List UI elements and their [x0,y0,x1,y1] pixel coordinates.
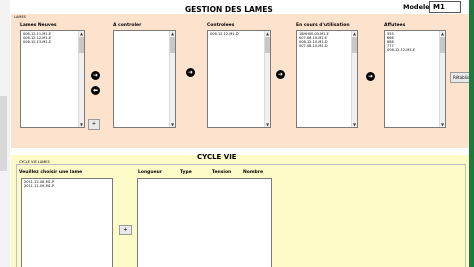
controlees-items: 006-12-12-M1-D [210,32,239,36]
scroll-down-icon[interactable]: ▼ [440,122,445,127]
column-header-nombre: Nombre [243,170,264,175]
restore-button[interactable]: Rétablisser T [450,72,469,83]
scroll-thumb[interactable] [170,37,175,53]
scrollbar[interactable]: ▲ ▼ [264,31,270,127]
scroll-thumb[interactable] [265,37,270,53]
scroll-thumb[interactable] [352,37,357,53]
scroll-grip[interactable] [0,96,7,171]
scroll-down-icon[interactable]: ▼ [170,122,175,127]
scrollbar[interactable]: ▲ ▼ [78,31,84,127]
scroll-thumb[interactable] [440,37,445,53]
listbox-lames-neuves[interactable]: 006-12-11-M1-E 006-12-12-M1-E 006-12-13-… [20,30,85,128]
cycle-title: CYCLE VIE [197,153,237,161]
listbox-a-controler[interactable]: ▲ ▼ [113,30,176,128]
lames-neuves-items: 006-12-11-M1-E 006-12-12-M1-E 006-12-13-… [23,32,51,44]
page-title: GESTION DES LAMES [185,5,273,14]
move-right-button-3[interactable]: ➜ [276,70,285,79]
header-a-controler: A controler [113,23,142,28]
scrollbar[interactable]: ▲ ▼ [169,31,175,127]
move-right-button-4[interactable]: ➜ [366,72,375,81]
scroll-up-icon[interactable]: ▲ [170,31,175,36]
lames-panel-caption: LAMES [14,15,26,19]
affutees-items: 555 666 888 777 006-12-12-M1-E [387,32,415,52]
scroll-down-icon[interactable]: ▼ [265,122,270,127]
column-header-longueur: Longueur [138,170,163,175]
move-right-button-2[interactable]: ➜ [186,68,195,77]
scroll-down-icon[interactable]: ▼ [79,122,84,127]
scroll-up-icon[interactable]: ▲ [352,31,357,36]
scrollbar[interactable]: ▲ ▼ [439,31,445,127]
column-header-type: Type [180,170,192,175]
scroll-thumb[interactable] [79,37,84,53]
scroll-up-icon[interactable]: ▲ [79,31,84,36]
listbox-controlees[interactable]: 006-12-12-M1-D ▲ ▼ [207,30,271,128]
move-left-button[interactable]: ⬅ [91,86,100,95]
listbox-affutees[interactable]: 555 666 888 777 006-12-12-M1-E ▲ ▼ [384,30,446,128]
header-affutees: Affutees [384,23,406,28]
scroll-up-icon[interactable]: ▲ [265,31,270,36]
header-lames-neuves: Lames Neuves [20,23,57,28]
add-lame-button[interactable]: + [88,119,100,130]
scrollbar[interactable]: ▲ ▼ [351,31,357,127]
en-cours-items: 18HH00-00-M1-E 007-08-10-M1-E 006-12-10-… [299,32,329,48]
scroll-down-icon[interactable]: ▼ [352,122,357,127]
column-header-tension: Tension [212,170,232,175]
header-controlees: Controlees [207,23,235,28]
model-input[interactable]: M1 [429,1,461,13]
cycle-details-table[interactable] [137,178,272,267]
list-item[interactable]: 006-12-13-M1-E [23,40,51,44]
list-item[interactable]: 007-08-10-M1-D [299,44,329,48]
listbox-en-cours[interactable]: 18HH00-00-M1-E 007-08-10-M1-E 006-12-10-… [296,30,358,128]
choose-lame-label: Veuillez choisir une lame [19,170,83,175]
cycle-lame-items: 2011-12-08-M1-P 2011-12-09-M1-P [24,180,54,188]
add-cycle-button[interactable]: + [119,225,132,235]
cycle-panel-caption: CYCLE VIE LAMES [18,160,51,164]
header-en-cours: En cours d'utilisation [296,23,350,28]
list-item[interactable]: 006-12-12-M1-E [387,48,415,52]
model-label: Modele [403,3,430,11]
scroll-up-icon[interactable]: ▲ [440,31,445,36]
left-edge-bar [0,0,10,267]
right-edge-bar [469,0,474,267]
list-item[interactable]: 2011-12-09-M1-P [24,184,54,188]
listbox-cycle-lames[interactable]: 2011-12-08-M1-P 2011-12-09-M1-P [21,178,113,267]
list-item[interactable]: 006-12-12-M1-D [210,32,239,36]
move-right-button[interactable]: ➜ [91,71,100,80]
